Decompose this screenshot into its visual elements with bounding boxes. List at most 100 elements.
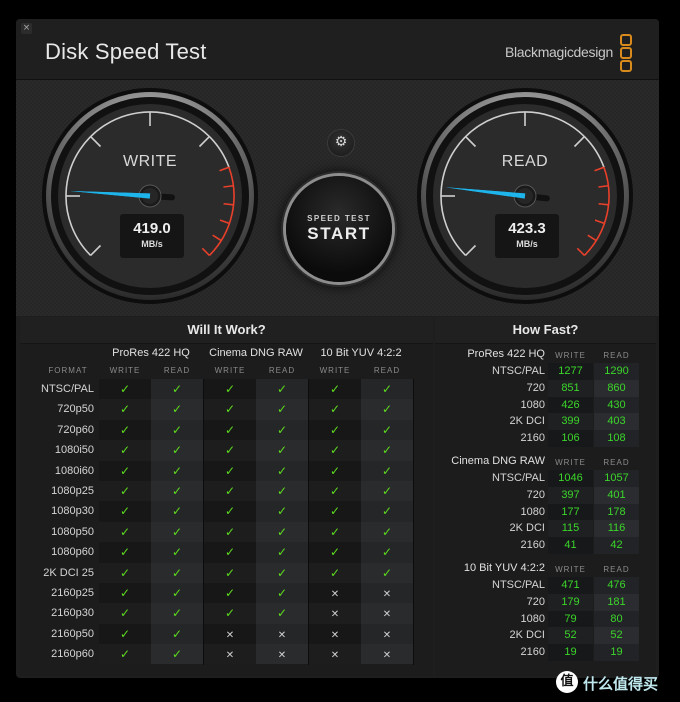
supported-mark: ✓ — [276, 545, 288, 560]
format-label: 2160p25 — [51, 586, 94, 599]
format-column-header: FORMAT — [48, 366, 88, 375]
format-label: 2160p30 — [51, 607, 94, 620]
supported-mark: ✓ — [224, 443, 236, 458]
check-icon: ✓ — [151, 644, 203, 665]
cross-icon: ✕ — [361, 623, 413, 645]
cross-icon: ✕ — [204, 623, 256, 645]
check-icon: ✓ — [361, 399, 413, 420]
read-fps-value: 430 — [594, 396, 639, 414]
check-icon: ✓ — [151, 623, 203, 645]
supported-mark: ✓ — [276, 504, 288, 519]
start-button-caption: SPEED TEST — [307, 214, 371, 223]
table-row: 2160p60 ✓ ✓ ✕ ✕ ✕ ✕ — [20, 644, 433, 665]
unsupported-mark: ✕ — [330, 650, 340, 662]
title-bar: × Disk Speed Test Blackmagicdesign — [16, 19, 659, 80]
supported-mark: ✓ — [171, 443, 183, 458]
supported-mark: ✓ — [381, 524, 393, 539]
supported-mark: ✓ — [329, 382, 341, 396]
check-icon: ✓ — [99, 542, 151, 563]
cross-icon: ✕ — [309, 644, 361, 665]
read-column-header: READ — [373, 366, 401, 375]
how-fast-section: 10 Bit YUV 4:2:2 WRITE READ NTSC/PAL 471 476 7… — [435, 561, 656, 661]
table-row: 720 851 860 — [435, 379, 656, 397]
check-icon: ✓ — [256, 379, 308, 400]
cross-icon: ✕ — [361, 603, 413, 624]
check-icon: ✓ — [151, 562, 203, 583]
settings-button[interactable]: ⚙ — [327, 129, 355, 157]
codec-header: 10 Bit YUV 4:2:2 — [320, 347, 402, 359]
check-icon: ✓ — [99, 623, 151, 645]
check-icon: ✓ — [256, 419, 308, 441]
write-fps-value: 179 — [548, 593, 593, 611]
supported-mark: ✓ — [381, 545, 393, 560]
cross-icon: ✕ — [309, 603, 361, 624]
format-label: NTSC/PAL — [492, 472, 545, 484]
codec-name: ProRes 422 HQ — [467, 348, 545, 360]
format-label: NTSC/PAL — [41, 383, 94, 395]
read-speed-unit: MB/s — [516, 239, 538, 249]
check-icon: ✓ — [309, 501, 361, 522]
unsupported-mark: ✕ — [225, 650, 235, 662]
supported-mark: ✓ — [224, 382, 236, 396]
check-icon: ✓ — [309, 521, 361, 543]
supported-mark: ✓ — [171, 606, 183, 621]
check-icon: ✓ — [256, 542, 308, 563]
cross-icon: ✕ — [204, 644, 256, 665]
table-row: 1080 426 430 — [435, 396, 656, 414]
redline-tick — [598, 202, 609, 206]
format-label: 720 — [526, 595, 545, 608]
app-title: Disk Speed Test — [45, 39, 207, 64]
supported-mark: ✓ — [119, 382, 131, 396]
format-label: 720p50 — [57, 403, 94, 416]
read-fps-value: 401 — [594, 486, 639, 504]
table-row: 2160p50 ✓ ✓ ✕ ✕ ✕ ✕ — [20, 623, 433, 645]
supported-mark: ✓ — [381, 463, 393, 478]
close-button[interactable]: × — [21, 23, 32, 34]
table-row: 2K DCI 115 116 — [435, 520, 656, 538]
supported-mark: ✓ — [381, 504, 393, 519]
table-row: 2160 106 108 — [435, 430, 656, 447]
read-fps-value: 178 — [594, 503, 639, 521]
format-label: 1080p30 — [51, 505, 94, 518]
format-label: 1080 — [520, 612, 545, 625]
format-label: 1080p50 — [51, 525, 94, 538]
check-icon: ✓ — [309, 542, 361, 563]
read-gauge-label: READ — [501, 153, 549, 170]
write-column-header: WRITE — [214, 366, 246, 375]
codec-header: Cinema DNG RAW — [209, 347, 303, 359]
read-speed-value: 423.3 — [508, 220, 546, 237]
table-row: 720 179 181 — [435, 593, 656, 611]
check-icon: ✓ — [361, 562, 413, 583]
write-fps-value: 426 — [548, 396, 593, 414]
unsupported-mark: ✕ — [382, 650, 392, 662]
format-label: 2160 — [520, 539, 545, 552]
read-speed-readout: 423.3 MB/s — [495, 214, 559, 258]
check-icon: ✓ — [256, 440, 308, 461]
read-fps-value: 52 — [594, 627, 639, 645]
write-gauge-dial — [42, 88, 258, 304]
check-icon: ✓ — [361, 480, 413, 502]
table-row: 1080p60 ✓ ✓ ✓ ✓ ✓ ✓ — [20, 542, 433, 563]
read-fps-value: 108 — [594, 430, 639, 447]
check-icon: ✓ — [204, 521, 256, 543]
check-icon: ✓ — [256, 501, 308, 522]
format-label: 2K DCI — [509, 629, 545, 642]
supported-mark: ✓ — [381, 483, 393, 498]
supported-mark: ✓ — [119, 402, 131, 417]
check-icon: ✓ — [256, 562, 308, 583]
start-button[interactable]: SPEED TEST START — [286, 176, 392, 282]
supported-mark: ✓ — [276, 443, 288, 458]
format-label: 1080i60 — [54, 464, 94, 477]
table-row: 2K DCI 399 403 — [435, 413, 656, 431]
write-fps-value: 79 — [548, 610, 593, 628]
supported-mark: ✓ — [276, 606, 288, 621]
check-icon: ✓ — [309, 562, 361, 583]
write-fps-value: 177 — [548, 503, 593, 521]
table-row: 720p50 ✓ ✓ ✓ ✓ ✓ ✓ — [20, 399, 433, 420]
format-label: 1080i50 — [54, 444, 94, 457]
table-row: NTSC/PAL 1046 1057 — [435, 470, 656, 487]
check-icon: ✓ — [309, 399, 361, 420]
column-divider — [203, 379, 204, 665]
table-row: 1080p30 ✓ ✓ ✓ ✓ ✓ ✓ — [20, 501, 433, 522]
table-row: 2160 19 19 — [435, 644, 656, 661]
